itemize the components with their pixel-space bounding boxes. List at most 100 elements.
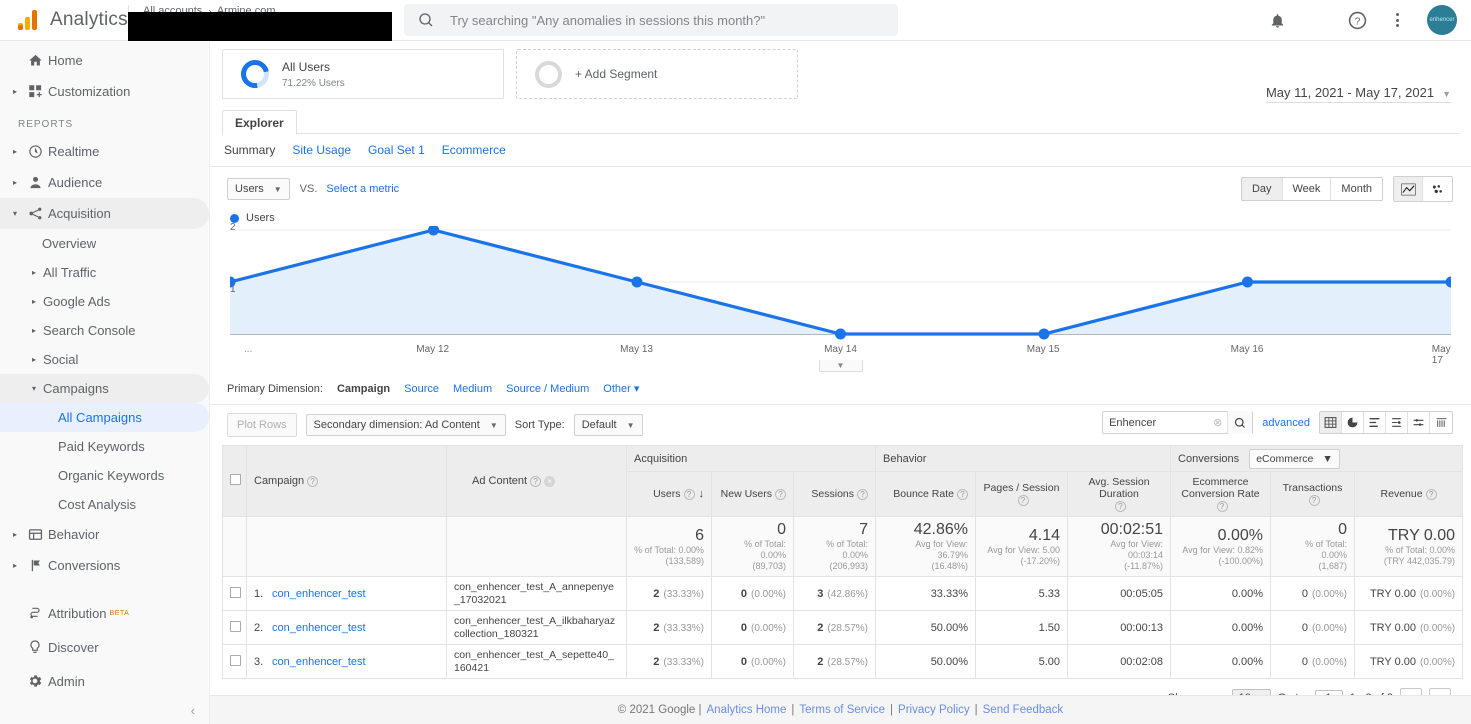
collapse-arrow-icon[interactable]: ▾ — [32, 384, 36, 393]
sidebar-item-overview[interactable]: Overview — [0, 229, 209, 258]
row-checkbox-cell[interactable] — [222, 644, 247, 679]
tab-explorer[interactable]: Explorer — [222, 110, 297, 135]
users-line-chart[interactable]: 2 1 — [224, 222, 1457, 344]
help-icon[interactable]: ? — [1115, 500, 1126, 512]
help-icon[interactable]: ? — [1425, 488, 1437, 500]
row-checkbox-cell[interactable] — [222, 610, 247, 645]
sidebar-item-google-ads[interactable]: ▸ Google Ads — [0, 287, 209, 316]
search-input[interactable] — [448, 11, 884, 29]
help-icon[interactable]: ? — [957, 488, 968, 500]
footer-link-terms[interactable]: Terms of Service — [799, 704, 885, 716]
table-row[interactable]: 1. con_enhencer_test con_enhencer_test_A_… — [222, 576, 1464, 611]
help-icon[interactable]: ? — [1347, 10, 1367, 30]
help-icon[interactable]: ? — [530, 475, 542, 487]
row-campaign[interactable]: 3. con_enhencer_test — [246, 644, 447, 679]
segment-all-users[interactable]: All Users 71.22% Users — [222, 49, 504, 99]
col-avg-session-duration[interactable]: Avg. Session Duration? — [1066, 471, 1172, 517]
sidebar-item-campaigns[interactable]: ▾ Campaigns — [0, 374, 209, 403]
granularity-week[interactable]: Week — [1282, 178, 1332, 200]
row-checkbox[interactable] — [230, 586, 241, 598]
sidebar-item-all-campaigns[interactable]: All Campaigns — [0, 403, 209, 432]
sidebar-item-admin[interactable]: Admin — [0, 664, 209, 698]
pie-view-icon[interactable] — [1342, 412, 1364, 433]
col-bounce-rate[interactable]: Bounce Rate? — [875, 471, 976, 517]
help-icon[interactable]: ? — [857, 488, 868, 500]
date-range-picker[interactable]: May 11, 2021 - May 17, 2021 ▼ — [1265, 85, 1451, 103]
tab-summary[interactable]: Summary — [224, 143, 275, 157]
dimension-campaign[interactable]: Campaign — [337, 383, 390, 395]
help-icon[interactable]: ? — [1308, 494, 1320, 506]
help-icon[interactable]: ? — [775, 488, 786, 500]
advanced-link[interactable]: advanced — [1262, 417, 1310, 429]
expand-arrow-icon[interactable]: ▸ — [8, 530, 22, 539]
sidebar-item-behavior[interactable]: ▸ Behavior — [0, 519, 209, 550]
add-segment-button[interactable]: + Add Segment — [516, 49, 798, 99]
table-search[interactable]: ⊗ — [1102, 411, 1254, 434]
help-icon[interactable]: ? — [307, 475, 319, 487]
help-icon[interactable]: ? — [683, 488, 695, 500]
sidebar-item-realtime[interactable]: ▸ Realtime — [0, 136, 209, 167]
dimension-other[interactable]: Other ▾ — [603, 382, 639, 395]
sidebar-item-conversions[interactable]: ▸ Conversions — [0, 550, 209, 581]
table-view-icon[interactable] — [1320, 412, 1342, 433]
granularity-day[interactable]: Day — [1241, 178, 1283, 200]
row-campaign[interactable]: 2. con_enhencer_test — [246, 610, 447, 645]
sidebar-item-home[interactable]: Home — [0, 45, 209, 76]
sidebar-item-paid-keywords[interactable]: Paid Keywords — [0, 432, 209, 461]
tab-ecommerce[interactable]: Ecommerce — [442, 143, 506, 157]
logo-area[interactable]: Analytics — [0, 9, 128, 31]
expand-arrow-icon[interactable]: ▸ — [32, 297, 36, 306]
col-pages-session[interactable]: Pages / Session? — [975, 471, 1068, 517]
table-search-input[interactable] — [1103, 416, 1214, 429]
term-cloud-icon[interactable] — [1430, 412, 1452, 433]
global-search[interactable] — [404, 4, 898, 36]
campaign-header[interactable]: Campaign? — [246, 445, 447, 517]
sidebar-item-organic-keywords[interactable]: Organic Keywords — [0, 461, 209, 490]
tab-site-usage[interactable]: Site Usage — [292, 143, 351, 157]
bell-icon[interactable] — [1267, 10, 1287, 30]
col-new-users[interactable]: New Users? — [711, 471, 794, 517]
sidebar-item-discover[interactable]: Discover — [0, 630, 209, 664]
remove-dimension-icon[interactable]: × — [544, 475, 556, 487]
metric-selector[interactable]: Users ▼ — [227, 178, 290, 200]
expand-arrow-icon[interactable]: ▸ — [8, 87, 22, 96]
sidebar-item-customization[interactable]: ▸ Customization — [0, 76, 209, 107]
clear-search-icon[interactable]: ⊗ — [1213, 416, 1227, 429]
plot-rows-button[interactable]: Plot Rows — [227, 413, 297, 437]
pivot-view-icon[interactable] — [1408, 412, 1430, 433]
expand-arrow-icon[interactable]: ▸ — [8, 147, 22, 156]
footer-link-privacy[interactable]: Privacy Policy — [898, 704, 970, 716]
kebab-menu-icon[interactable] — [1387, 10, 1407, 30]
sidebar-item-all-traffic[interactable]: ▸ All Traffic — [0, 258, 209, 287]
row-checkbox[interactable] — [230, 654, 241, 666]
table-row[interactable]: 2. con_enhencer_test con_enhencer_test_A_… — [222, 610, 1464, 645]
line-chart-icon[interactable] — [1394, 177, 1423, 201]
col-users[interactable]: ↓ Users? — [626, 471, 712, 517]
sidebar-item-social[interactable]: ▸ Social — [0, 345, 209, 374]
scatter-chart-icon[interactable] — [1423, 177, 1452, 201]
tab-goal-set-1[interactable]: Goal Set 1 — [368, 143, 425, 157]
table-search-button[interactable] — [1227, 411, 1253, 434]
footer-link-analytics-home[interactable]: Analytics Home — [707, 704, 787, 716]
select-all-checkbox[interactable] — [230, 474, 241, 485]
ad-content-header[interactable]: Ad Content? × — [446, 445, 627, 517]
expand-arrow-icon[interactable]: ▸ — [8, 178, 22, 187]
expand-arrow-icon[interactable]: ▸ — [32, 268, 36, 277]
granularity-month[interactable]: Month — [1331, 178, 1382, 200]
sort-type-selector[interactable]: Default ▼ — [573, 414, 643, 436]
sidebar-item-attribution[interactable]: Attribution BETA — [0, 596, 209, 630]
secondary-dimension-selector[interactable]: Secondary dimension: Ad Content ▼ — [305, 414, 506, 436]
sidebar-item-acquisition[interactable]: ▾ Acquisition — [0, 198, 209, 229]
col-ecommerce-conversion-rate[interactable]: Ecommerce Conversion Rate? — [1170, 471, 1272, 517]
collapse-arrow-icon[interactable]: ▾ — [8, 209, 22, 218]
comparison-view-icon[interactable] — [1386, 412, 1408, 433]
sidebar-item-search-console[interactable]: ▸ Search Console — [0, 316, 209, 345]
collapse-sidebar-button[interactable]: ‹ — [191, 703, 195, 718]
dimension-medium[interactable]: Medium — [453, 383, 492, 395]
row-campaign[interactable]: 1. con_enhencer_test — [246, 576, 447, 611]
dimension-source[interactable]: Source — [404, 383, 439, 395]
footer-link-send-feedback[interactable]: Send Feedback — [983, 704, 1064, 716]
avatar[interactable]: enhencer — [1427, 5, 1457, 35]
bar-view-icon[interactable] — [1364, 412, 1386, 433]
dimension-source-medium[interactable]: Source / Medium — [506, 383, 589, 395]
